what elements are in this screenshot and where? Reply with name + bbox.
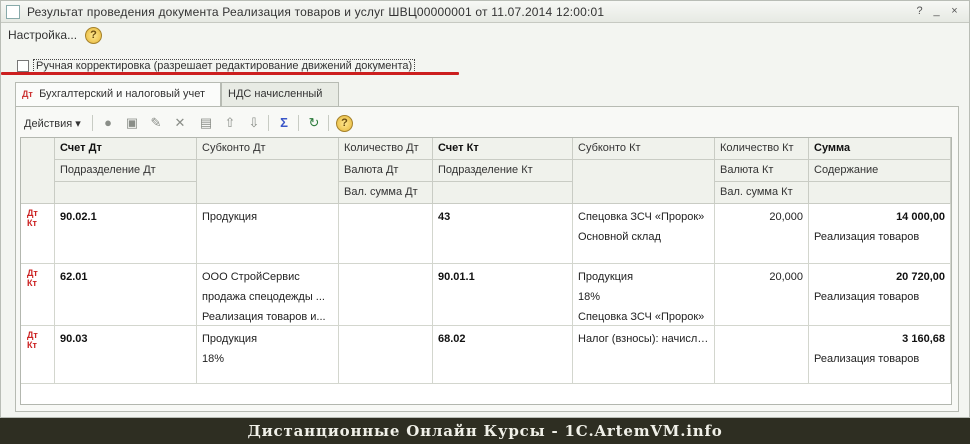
window-help-icon[interactable]: ? bbox=[913, 5, 926, 18]
cell-account-dt[interactable]: 62.01 bbox=[55, 264, 197, 326]
document-icon bbox=[6, 5, 20, 19]
posting-row-icon: Дт Кт bbox=[27, 330, 38, 350]
cell-subconto-dt[interactable]: Продукция 18% bbox=[197, 326, 339, 384]
menu-row: Настройка... ? bbox=[1, 25, 969, 47]
highlight-underline bbox=[1, 72, 459, 75]
close-icon[interactable]: × bbox=[948, 5, 961, 18]
actions-label: Действия bbox=[24, 118, 73, 130]
sum-icon[interactable]: Σ bbox=[276, 115, 292, 131]
toolbar-separator bbox=[268, 115, 269, 131]
cell-account-dt[interactable]: 90.02.1 bbox=[55, 204, 197, 264]
tab-accounting[interactable]: Дт Бухгалтерский и налоговый учет bbox=[15, 82, 221, 107]
header-qty-dt[interactable]: Количество Дт bbox=[339, 138, 433, 160]
cell-subconto-kt[interactable]: Спецовка ЗСЧ «Пророк» Основной склад bbox=[573, 204, 715, 264]
cell-qty-kt[interactable] bbox=[715, 326, 809, 384]
cell-subconto-dt[interactable]: Продукция bbox=[197, 204, 339, 264]
cell-account-kt[interactable]: 68.02 bbox=[433, 326, 573, 384]
help-icon[interactable]: ? bbox=[85, 27, 102, 44]
cell-sum[interactable]: 20 720,00 Реализация товаров bbox=[809, 264, 951, 326]
tab-panel: Действия ▾ ● ▣ ✎ ✕ ▤ ⇧ ⇩ Σ ↻ ? Счет Дт С… bbox=[15, 106, 959, 412]
header-currency-dt[interactable]: Валюта Дт bbox=[339, 160, 433, 182]
minimize-icon[interactable]: _ bbox=[930, 5, 943, 18]
posting-row-icon: Дт Кт bbox=[27, 208, 38, 228]
header-account-kt[interactable]: Счет Кт bbox=[433, 138, 573, 160]
header-icon-column bbox=[21, 138, 55, 204]
cell-sum[interactable]: 14 000,00 Реализация товаров bbox=[809, 204, 951, 264]
delete-icon[interactable]: ✕ bbox=[172, 115, 188, 131]
posting-result-window: Результат проведения документа Реализаци… bbox=[0, 0, 970, 418]
manual-correction-label[interactable]: Ручная корректировка (разрешает редактир… bbox=[33, 59, 416, 73]
header-currency-kt[interactable]: Валюта Кт bbox=[715, 160, 809, 182]
cell-qty-kt[interactable]: 20,000 bbox=[715, 204, 809, 264]
posting-row-icon: Дт Кт bbox=[27, 268, 38, 288]
header-currency-sum-dt[interactable]: Вал. сумма Дт bbox=[339, 182, 433, 204]
tab-vat[interactable]: НДС начисленный bbox=[221, 82, 339, 106]
accounting-icon: Дт bbox=[22, 89, 33, 99]
toolbar-separator bbox=[92, 115, 93, 131]
tab-accounting-label: Бухгалтерский и налоговый учет bbox=[39, 88, 206, 100]
table-icon[interactable]: ▤ bbox=[198, 115, 214, 131]
move-down-icon[interactable]: ⇩ bbox=[246, 115, 262, 131]
header-subconto-dt-filler bbox=[197, 160, 339, 204]
cell-sum[interactable]: 3 160,68 Реализация товаров bbox=[809, 326, 951, 384]
watermark-banner: Дистанционные Онлайн Курсы - 1С.ArtemVM.… bbox=[0, 418, 970, 444]
postings-grid: Счет Дт Субконто Дт Количество Дт Счет К… bbox=[20, 137, 952, 405]
cell-subconto-kt[interactable]: Налог (взносы): начисле... bbox=[573, 326, 715, 384]
header-subconto-kt[interactable]: Субконто Кт bbox=[573, 138, 715, 160]
cell-subconto-dt[interactable]: ООО СтройСервис продажа спецодежды ... Р… bbox=[197, 264, 339, 326]
cell-qty-dt[interactable] bbox=[339, 326, 433, 384]
table-row[interactable]: Дт Кт bbox=[21, 326, 55, 384]
cell-subconto-kt[interactable]: Продукция 18% Спецовка ЗСЧ «Пророк» bbox=[573, 264, 715, 326]
cell-qty-dt[interactable] bbox=[339, 204, 433, 264]
header-department-dt-filler bbox=[55, 182, 197, 204]
header-department-kt[interactable]: Подразделение Кт bbox=[433, 160, 573, 182]
header-account-dt[interactable]: Счет Дт bbox=[55, 138, 197, 160]
cell-qty-dt[interactable] bbox=[339, 264, 433, 326]
cell-qty-kt[interactable]: 20,000 bbox=[715, 264, 809, 326]
header-sum[interactable]: Сумма bbox=[809, 138, 951, 160]
header-subconto-kt-filler bbox=[573, 160, 715, 204]
tab-vat-label: НДС начисленный bbox=[228, 88, 323, 100]
grid-help-icon[interactable]: ? bbox=[336, 115, 353, 132]
window-title: Результат проведения документа Реализаци… bbox=[27, 5, 605, 19]
header-content-filler bbox=[809, 182, 951, 204]
edit-icon[interactable]: ✎ bbox=[148, 115, 164, 131]
cell-account-kt[interactable]: 43 bbox=[433, 204, 573, 264]
cell-account-kt[interactable]: 90.01.1 bbox=[433, 264, 573, 326]
refresh-icon[interactable]: ↻ bbox=[306, 115, 322, 131]
grid-toolbar: Действия ▾ ● ▣ ✎ ✕ ▤ ⇧ ⇩ Σ ↻ ? bbox=[16, 107, 958, 137]
table-row[interactable]: Дт Кт bbox=[21, 264, 55, 326]
title-bar: Результат проведения документа Реализаци… bbox=[1, 1, 969, 23]
header-currency-sum-kt[interactable]: Вал. сумма Кт bbox=[715, 182, 809, 204]
table-row[interactable]: Дт Кт bbox=[21, 204, 55, 264]
settings-menu[interactable]: Настройка... bbox=[8, 28, 77, 42]
manual-correction-checkbox[interactable] bbox=[17, 60, 29, 72]
header-subconto-dt[interactable]: Субконто Дт bbox=[197, 138, 339, 160]
header-department-kt-filler bbox=[433, 182, 573, 204]
header-department-dt[interactable]: Подразделение Дт bbox=[55, 160, 197, 182]
move-up-icon[interactable]: ⇧ bbox=[222, 115, 238, 131]
add-icon[interactable]: ● bbox=[100, 115, 116, 131]
toolbar-separator bbox=[298, 115, 299, 131]
toolbar-separator bbox=[328, 115, 329, 131]
actions-menu[interactable]: Действия ▾ bbox=[24, 117, 81, 130]
header-qty-kt[interactable]: Количество Кт bbox=[715, 138, 809, 160]
header-content[interactable]: Содержание bbox=[809, 160, 951, 182]
cell-account-dt[interactable]: 90.03 bbox=[55, 326, 197, 384]
copy-icon[interactable]: ▣ bbox=[124, 115, 140, 131]
